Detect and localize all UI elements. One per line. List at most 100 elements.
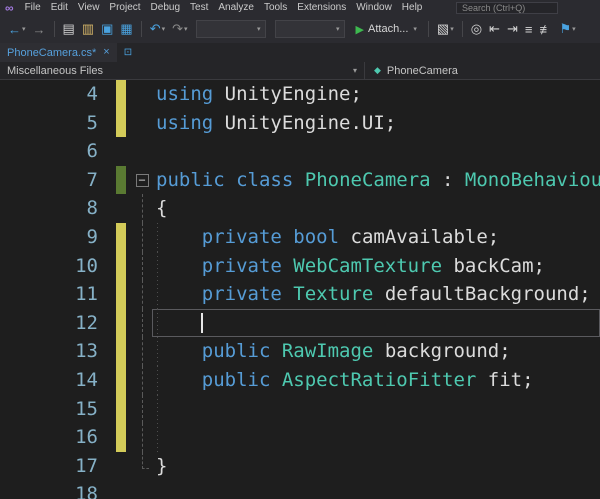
code-text [152,308,600,338]
bookmark-icon: ⚑ [559,21,572,36]
bookmark-icon[interactable]: ⚑ ▾ [556,18,578,40]
chevron-down-icon: ▾ [184,26,188,33]
code-text: public AspectRatioFitter fit; [152,365,600,395]
code-line-8[interactable]: 8{ [0,194,600,223]
outlining-margin [132,222,152,252]
solution-configurations-combo[interactable]: ▾ [195,20,266,38]
change-tracking-bar [116,194,126,223]
document-icon[interactable]: ⊡ [124,47,132,58]
redo-icon: ↷ [172,21,184,36]
comment-icon: ≡ [524,21,533,37]
line-number: 12 [75,311,98,334]
code-text: { [156,197,168,220]
code-line-6[interactable]: 6 [0,137,600,166]
menu-view[interactable]: View [73,0,105,15]
close-tab-icon[interactable]: × [103,47,109,58]
menu-window[interactable]: Window [351,0,397,15]
code-text: private Texture defaultBackground; [152,280,600,309]
line-number: 8 [86,197,98,220]
change-tracking-bar [116,137,126,166]
menu-project[interactable]: Project [104,0,145,15]
new-file-icon: ▤ [62,21,75,36]
menu-help[interactable]: Help [397,0,428,15]
save-all-icon: ▦ [120,21,133,36]
outlining-margin [132,365,152,395]
project-dropdown[interactable]: Miscellaneous Files ▾ [0,62,365,79]
line-number: 14 [75,368,98,391]
code-line-15[interactable]: 15 [0,394,600,424]
solution-platforms-combo[interactable]: ▾ [274,20,345,38]
line-number: 7 [86,168,98,191]
line-number: 17 [75,454,98,477]
menu-test[interactable]: Test [185,0,213,15]
text-cursor [200,313,203,334]
profiler-icon: ▧ [436,21,450,36]
save-all-icon[interactable]: ▦ [117,18,135,40]
undo-icon[interactable]: ↶ ▾ [147,18,168,40]
code-line-14[interactable]: 14 public AspectRatioFitter fit; [0,365,600,395]
uncomment-icon[interactable]: ≢ [536,18,555,40]
line-number: 11 [75,283,98,306]
comment-icon[interactable]: ≡ [522,18,536,40]
code-line-12[interactable]: 12 [0,308,600,338]
indent-increase-icon: ⇥ [506,21,518,36]
line-number: 9 [86,225,98,248]
outlining-margin[interactable]: − [132,166,152,195]
profiler-icon[interactable]: ▧ ▾ [434,18,457,40]
nav-forward-icon: → [32,21,46,37]
menu-tools[interactable]: Tools [259,0,292,15]
code-line-16[interactable]: 16 [0,423,600,452]
search-box [456,1,558,14]
change-tracking-bar [116,308,126,338]
nav-forward-icon[interactable]: → [30,18,49,40]
line-number: 4 [86,83,98,105]
outlining-margin [132,394,152,424]
class-icon: ◆ [374,65,381,75]
code-line-4[interactable]: 4 using UnityEngine; [0,80,600,109]
outlining-margin [132,137,152,166]
chevron-down-icon: ▾ [257,26,261,33]
menu-debug[interactable]: Debug [146,0,185,15]
collapse-region-icon[interactable]: − [135,173,149,187]
nav-backward-icon: ← [8,21,21,37]
outlining-margin [132,308,152,338]
code-line-10[interactable]: 10 private WebCamTexture backCam; [0,251,600,281]
menu-edit[interactable]: Edit [46,0,73,15]
code-editor[interactable]: 4 using UnityEngine; 5 using UnityEngine.UI… [0,80,600,499]
menu-analyze[interactable]: Analyze [213,0,259,15]
line-number: 10 [75,254,98,277]
code-text: using UnityEngine.UI; [156,111,397,134]
code-line-9[interactable]: 9 private bool camAvailable; [0,222,600,252]
redo-icon[interactable]: ↷ ▾ [169,18,190,40]
line-number: 6 [86,140,98,163]
code-line-7[interactable]: 7 − public class PhoneCamera : MonoBehavio… [0,165,600,195]
tab-phonecamera[interactable]: PhoneCamera.cs* × [0,43,117,62]
code-line-11[interactable]: 11 private Texture defaultBackground; [0,280,600,309]
find-in-files-icon[interactable]: ◎ [468,18,485,40]
code-text: private bool camAvailable; [152,222,600,252]
type-dropdown[interactable]: ◆ PhoneCamera [365,62,600,79]
chevron-down-icon: ▾ [450,26,454,33]
menu-file[interactable]: File [20,0,46,15]
indent-increase-icon[interactable]: ⇥ [504,18,521,40]
indent-decrease-icon[interactable]: ⇤ [486,18,503,40]
code-line-5[interactable]: 5 using UnityEngine.UI; [0,108,600,138]
open-file-icon[interactable]: ▥ [79,18,97,40]
nav-backward-icon[interactable]: ← ▾ [5,18,29,40]
code-text: public class PhoneCamera : MonoBehaviour [156,168,600,191]
attach-button[interactable]: ▶ Attach... ▾ [350,18,423,40]
code-line-13[interactable]: 13 public RawImage background; [0,337,600,366]
project-dropdown-label: Miscellaneous Files [7,64,103,77]
tab-bar: PhoneCamera.cs* × ⊡ [0,43,600,62]
toolbar-separator [53,21,55,37]
toolbar: ← ▾ → ▤ ▥ ▣ ▦ ↶ ▾ ↷ ▾ ▾ ▾ ▶ Attach... ▾ ▧ ▾ ◎ ⇤ ⇥ ≡ ≢ ⚑ ▾ [0,15,600,43]
line-number: 13 [75,340,98,363]
save-icon[interactable]: ▣ [98,18,116,40]
code-line-17[interactable]: 17} [0,451,600,481]
search-input[interactable] [456,1,558,14]
menu-extensions[interactable]: Extensions [292,0,351,15]
code-line-18[interactable]: 18 [0,480,600,499]
new-file-icon[interactable]: ▤ [60,18,78,40]
